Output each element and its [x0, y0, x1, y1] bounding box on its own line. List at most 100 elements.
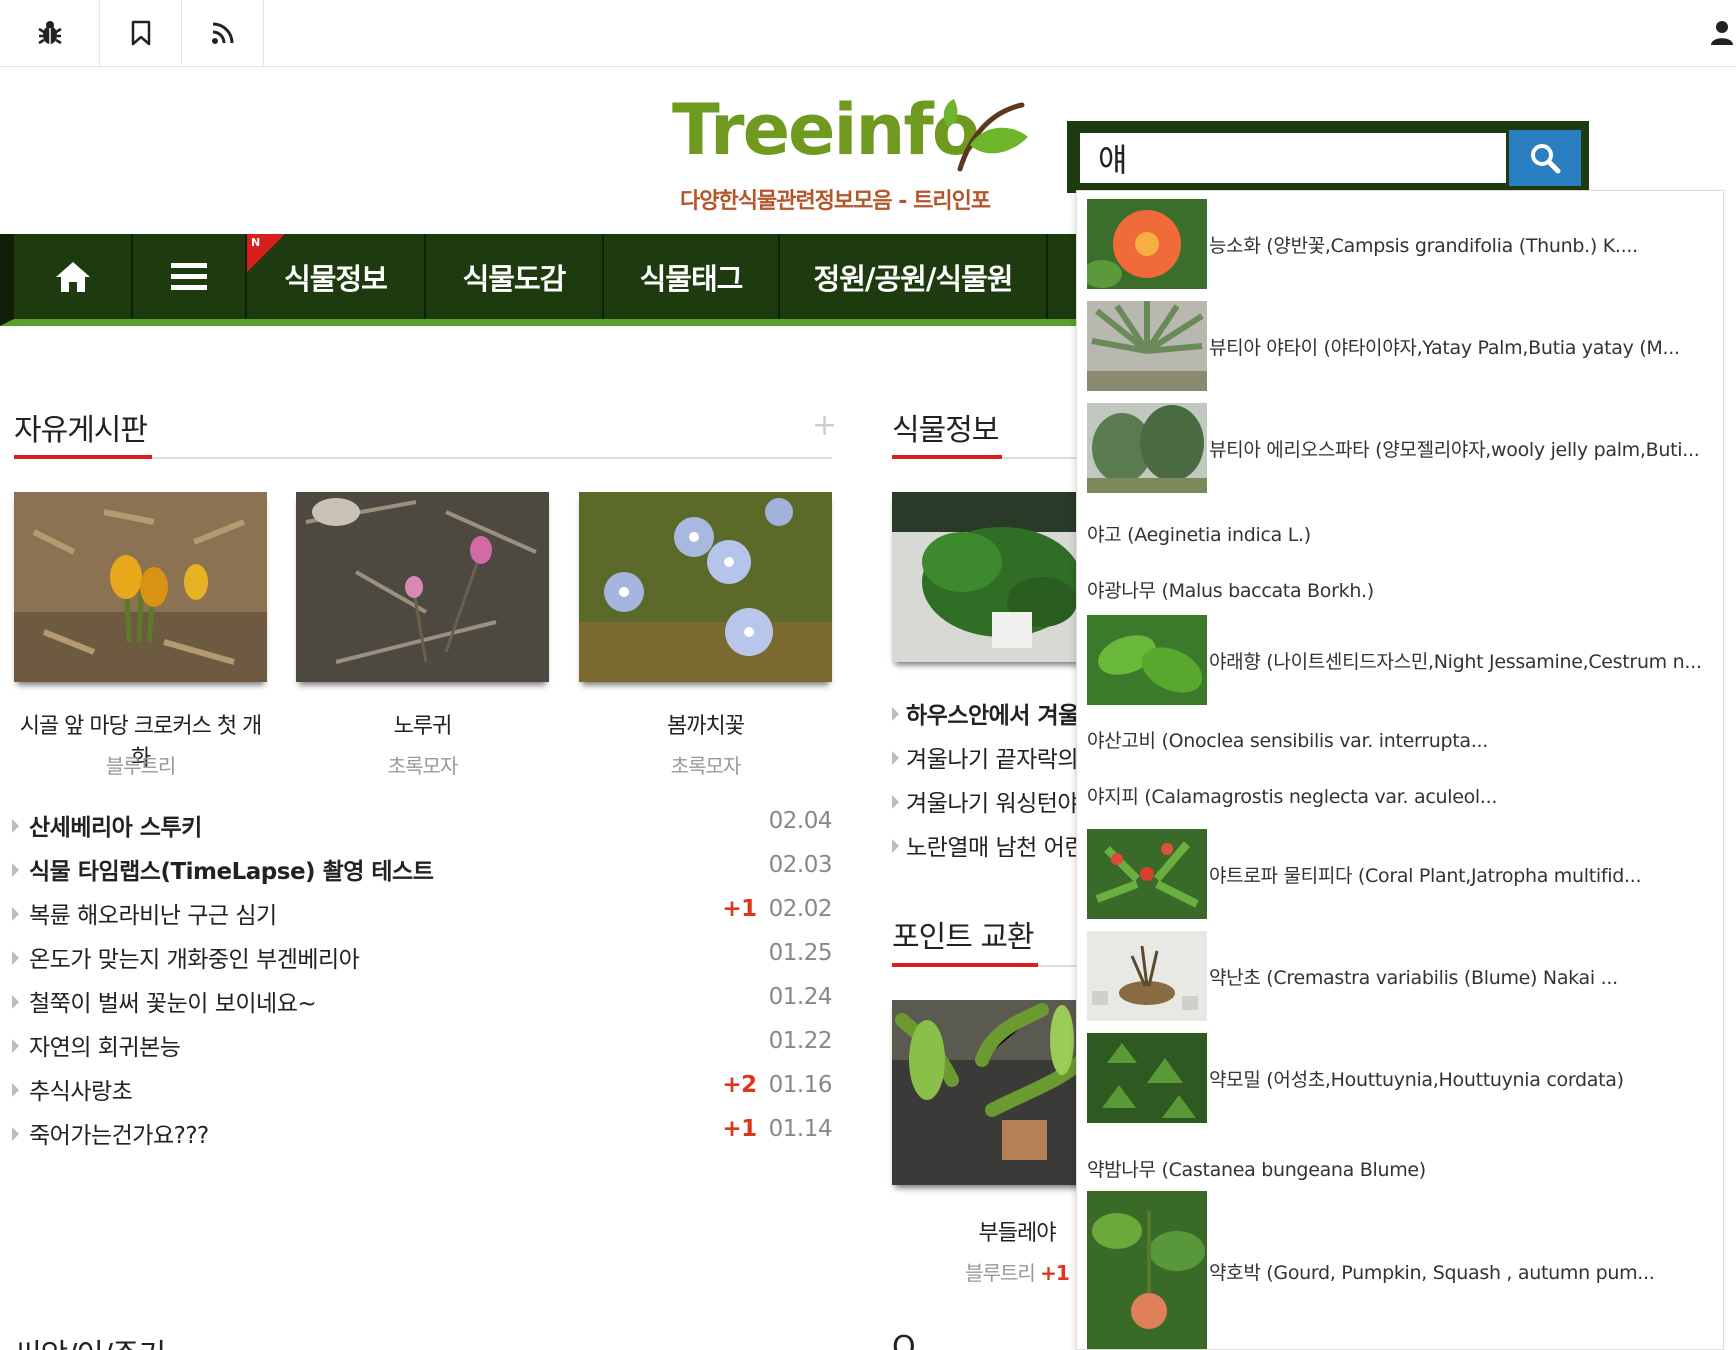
list-item-title: 하우스안에서 겨울을 [906, 703, 1092, 729]
autocomplete-thumb [1087, 931, 1207, 1021]
free-board-more[interactable]: + [812, 408, 837, 443]
gallery-caption[interactable]: 노루귀 [296, 708, 549, 740]
list-item[interactable]: 철쭉이 벌써 꽃눈이 보이네요~ 01.24 [12, 984, 833, 1024]
free-board-title[interactable]: 자유게시판 [14, 405, 148, 449]
point-exchange-underline [892, 963, 1038, 967]
list-item[interactable]: 산세베리아 스투키 02.04 [12, 808, 833, 848]
bottom-section-title[interactable]: 씨앗/이/주기 [14, 1330, 166, 1350]
bullet-icon [892, 795, 899, 809]
list-item[interactable]: 겨울나기 워싱턴야 [892, 784, 1092, 824]
gallery-caption[interactable]: 봄까치꽃 [579, 708, 832, 740]
search-input[interactable] [1077, 130, 1509, 186]
gallery-author: 초록모자 [670, 754, 742, 778]
search-bar [1067, 121, 1589, 193]
rss-button[interactable] [182, 0, 264, 66]
bullet-icon [12, 1127, 19, 1141]
list-item[interactable]: 자연의 회귀본능 01.22 [12, 1028, 833, 1068]
list-item-date: +2 01.16 [722, 1072, 832, 1098]
point-exchange-title[interactable]: 포인트 교환 [892, 912, 1035, 956]
list-item-date: +1 02.02 [722, 896, 832, 922]
autocomplete-item-label: 능소화 (양반꽃,Campsis grandifolia (Thunb.) K.… [1209, 234, 1638, 257]
logo-subtitle: 다양한식물관련정보모음 - 트리인포 [680, 189, 991, 214]
gallery-thumb-veronica[interactable] [579, 492, 832, 682]
list-item-title: 복륜 해오라비난 구근 심기 [29, 903, 277, 929]
nav-home[interactable] [14, 234, 133, 319]
autocomplete-thumb [1087, 1033, 1207, 1123]
list-item[interactable]: 겨울나기 끝자락의 [892, 740, 1092, 780]
autocomplete-item[interactable]: 야래향 (나이트센티드자스민,Night Jessamine,Cestrum n… [1077, 615, 1723, 705]
autocomplete-thumb [1087, 615, 1207, 705]
gallery-thumb-crocus[interactable] [14, 492, 267, 682]
autocomplete-thumb [1087, 1191, 1207, 1349]
list-item[interactable]: 식물 타임랩스(TimeLapse) 촬영 테스트 02.03 [12, 852, 833, 892]
autocomplete-item[interactable]: 뷰티아 에리오스파타 (양모젤리야자,wooly jelly palm,Buti… [1077, 403, 1723, 493]
bullet-icon [12, 907, 19, 921]
nav-plant-encyclopedia-label: 식물도감 [462, 261, 567, 296]
comment-count: +1 [722, 1116, 757, 1142]
home-icon [55, 261, 90, 292]
autocomplete-item-label: 야산고비 (Onoclea sensibilis var. interrupta… [1087, 729, 1488, 752]
plant-info-underline [892, 455, 1002, 459]
bookmark-icon [131, 20, 150, 46]
bullet-icon [12, 863, 19, 877]
list-item-date: +1 01.14 [722, 1116, 832, 1142]
autocomplete-item-label: 야고 (Aeginetia indica L.) [1087, 523, 1311, 546]
comment-count: +2 [722, 1072, 757, 1098]
bug-button[interactable] [0, 0, 100, 66]
autocomplete-item[interactable]: 약호박 (Gourd, Pumpkin, Squash , autumn pum… [1077, 1191, 1723, 1349]
autocomplete-item[interactable]: 능소화 (양반꽃,Campsis grandifolia (Thunb.) K.… [1077, 199, 1723, 289]
autocomplete-item-label: 약모밀 (어성초,Houttuynia,Houttuynia cordata) [1209, 1068, 1624, 1091]
list-item[interactable]: 죽어가는건가요??? +1 01.14 [12, 1116, 833, 1156]
autocomplete-item-label: 야광나무 (Malus baccata Borkh.) [1087, 579, 1374, 602]
bookmark-button[interactable] [100, 0, 182, 66]
nav-plant-tag-label: 식물태그 [639, 261, 744, 296]
list-item[interactable]: 노란열매 남천 어린 [892, 828, 1092, 868]
autocomplete-item-label: 뷰티아 에리오스파타 (양모젤리야자,wooly jelly palm,Buti… [1209, 438, 1700, 461]
nav-plant-info[interactable]: N 식물정보 [247, 234, 426, 319]
hamburger-icon [171, 262, 207, 290]
bullet-icon [892, 839, 899, 853]
list-item[interactable]: 온도가 맞는지 개화중인 부겐베리아 01.25 [12, 940, 833, 980]
list-item[interactable]: 하우스안에서 겨울을 [892, 696, 1092, 736]
list-item-title: 노란열매 남천 어린 [906, 835, 1085, 861]
autocomplete-item[interactable]: 약난초 (Cremastra variabilis (Blume) Nakai … [1077, 931, 1723, 1021]
bullet-icon [892, 707, 899, 721]
bottom-section-title-right[interactable]: Q... [892, 1330, 941, 1350]
list-item-title: 추식사랑초 [29, 1079, 133, 1105]
autocomplete-item-label: 뷰티아 야타이 (야타이야자,Yatay Palm,Butia yatay (M… [1209, 336, 1680, 359]
list-item-title: 겨울나기 끝자락의 [906, 747, 1079, 773]
list-item-title: 겨울나기 워싱턴야 [906, 791, 1079, 817]
autocomplete-item-label: 야래향 (나이트센티드자스민,Night Jessamine,Cestrum n… [1209, 650, 1702, 673]
nav-menu[interactable] [133, 234, 247, 319]
autocomplete-item[interactable]: 뷰티아 야타이 (야타이야자,Yatay Palm,Butia yatay (M… [1077, 301, 1723, 391]
site-logo[interactable]: Treeinfo 다양한식물관련정보모음 - 트리인포 [668, 95, 1028, 215]
point-exchange-thumb[interactable] [892, 1000, 1092, 1185]
main-nav: N 식물정보 식물도감 식물태그 정원/공원/식물원 [0, 234, 1080, 326]
autocomplete-item[interactable]: 야산고비 (Onoclea sensibilis var. interrupta… [1077, 715, 1723, 763]
comment-count: +1 [1040, 1261, 1070, 1285]
comment-count: +1 [722, 896, 757, 922]
autocomplete-item[interactable]: 약모밀 (어성초,Houttuynia,Houttuynia cordata) [1077, 1033, 1723, 1123]
autocomplete-item-label: 야지피 (Calamagrostis neglecta var. aculeol… [1087, 785, 1498, 808]
autocomplete-thumb [1087, 403, 1207, 493]
nav-plant-tag[interactable]: 식물태그 [604, 234, 780, 319]
autocomplete-item[interactable]: 야트로파 물티피다 (Coral Plant,Jatropha multifid… [1077, 829, 1723, 919]
autocomplete-item[interactable]: 야지피 (Calamagrostis neglecta var. aculeol… [1077, 771, 1723, 819]
search-button[interactable] [1509, 130, 1581, 186]
list-item[interactable]: 추식사랑초 +2 01.16 [12, 1072, 833, 1112]
list-item-title: 철쭉이 벌써 꽃눈이 보이네요~ [29, 991, 317, 1017]
list-item[interactable]: 복륜 해오라비난 구근 심기 +1 02.02 [12, 896, 833, 936]
autocomplete-thumb [1087, 199, 1207, 289]
user-button[interactable] [1708, 18, 1736, 46]
autocomplete-item[interactable]: 야고 (Aeginetia indica L.) [1077, 509, 1723, 557]
autocomplete-item[interactable]: 야광나무 (Malus baccata Borkh.) [1077, 565, 1723, 613]
list-item-date: 02.04 [768, 808, 833, 834]
plant-info-thumb[interactable] [892, 492, 1092, 662]
top-bar [0, 0, 1736, 67]
leaf-icon [943, 99, 1028, 172]
nav-garden-park[interactable]: 정원/공원/식물원 [780, 234, 1048, 319]
list-item-title: 온도가 맞는지 개화중인 부겐베리아 [29, 947, 360, 973]
gallery-thumb-hepatica[interactable] [296, 492, 549, 682]
plant-info-title[interactable]: 식물정보 [892, 405, 999, 449]
nav-plant-encyclopedia[interactable]: 식물도감 [426, 234, 604, 319]
